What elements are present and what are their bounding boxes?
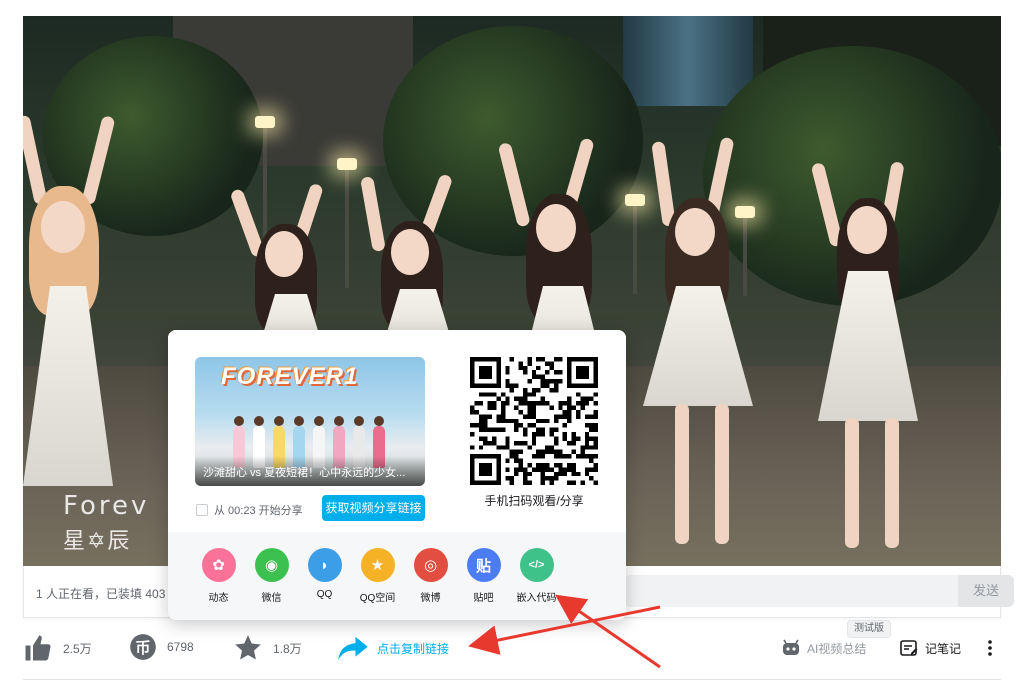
share-popup-top: FOREVER1 沙滩甜心 vs 夏夜短裙！心中永远的少女... 从 00:23… <box>168 330 626 532</box>
ai-robot-icon <box>783 639 799 655</box>
embed-code-icon: </> <box>519 548 554 582</box>
copy-link-label[interactable]: 点击复制链接 <box>377 640 449 657</box>
notes-label: 记笔记 <box>925 641 962 656</box>
start-time-checkbox[interactable] <box>196 504 208 516</box>
share-app-label: 微信 <box>261 593 282 604</box>
qr-caption: 手机扫码观看/分享 <box>484 494 584 508</box>
svg-text:币: 币 <box>135 639 150 657</box>
like-count: 2.5万 <box>63 641 92 656</box>
dancer <box>793 156 943 566</box>
watermark-subtitle: 星✡辰 <box>63 529 132 554</box>
beta-badge: 测试版 <box>847 620 891 638</box>
share-app-label: QQ <box>316 589 333 600</box>
favorite-count: 1.8万 <box>273 641 302 656</box>
share-targets: ✿ 动态 ◉ 微信 ◗ QQ ★ QQ空间 ◎ 微博 贴贴吧 </> 嵌入代码 <box>168 532 626 620</box>
share-app-label: 动态 <box>208 593 229 604</box>
share-video-thumbnail[interactable]: FOREVER1 沙滩甜心 vs 夏夜短裙！心中永远的少女... <box>195 357 425 486</box>
favorite-button[interactable]: 1.8万 <box>233 633 302 663</box>
share-app-wechat[interactable]: ◉ 微信 <box>245 548 298 604</box>
share-app-list: ✿ 动态 ◉ 微信 ◗ QQ ★ QQ空间 ◎ 微博 贴贴吧 </> 嵌入代码 <box>192 548 563 604</box>
wechat-icon: ◉ <box>254 548 289 582</box>
qq-icon: ◗ <box>307 548 342 582</box>
video-action-bar: 2.5万 币 6798 1.8万 点击复制链接 测试版 AI视频总结 记笔记 <box>23 620 1001 670</box>
coin-count: 6798 <box>167 640 194 654</box>
weibo-icon: ◎ <box>413 548 448 582</box>
more-menu-button[interactable] <box>983 638 997 658</box>
share-app-pinwheel[interactable]: ✿ 动态 <box>192 548 245 604</box>
street-lamp <box>337 158 357 288</box>
start-time-option[interactable]: 从 00:23 开始分享 <box>196 502 303 518</box>
watermark-title: Forev <box>63 491 150 521</box>
share-app-label: 贴吧 <box>473 593 494 604</box>
get-share-link-button[interactable]: 获取视频分享链接 <box>322 495 425 521</box>
viewer-count: 1 人正在看，已装填 403 <box>36 587 166 601</box>
share-app-label: 微博 <box>420 593 441 604</box>
page: Forev 星✡辰 1 人正在看，已装填 403 发送 FOREVER1 沙滩甜… <box>0 0 1024 693</box>
coin-button[interactable]: 币 6798 <box>129 633 194 661</box>
dancer <box>623 136 773 566</box>
qr-code <box>470 357 598 485</box>
share-button[interactable]: 点击复制链接 <box>337 633 449 663</box>
share-arrow-icon <box>338 636 368 661</box>
notes-icon <box>900 640 918 656</box>
send-danmaku-button[interactable]: 发送 <box>958 575 1014 607</box>
divider <box>23 679 1001 680</box>
thumbnail-logo: FOREVER1 <box>221 363 359 390</box>
share-app-label: QQ空间 <box>359 593 396 604</box>
star-icon <box>235 635 261 660</box>
like-button[interactable]: 2.5万 <box>23 633 92 663</box>
more-vertical-icon <box>988 640 992 656</box>
share-app-qq[interactable]: ◗ QQ <box>298 548 351 604</box>
thumbnail-caption: 沙滩甜心 vs 夏夜短裙！心中永远的少女... <box>195 456 425 486</box>
share-popup: FOREVER1 沙滩甜心 vs 夏夜短裙！心中永远的少女... 从 00:23… <box>168 330 626 620</box>
share-app-tieba[interactable]: 贴贴吧 <box>457 548 510 604</box>
start-time-label: 从 00:23 开始分享 <box>214 505 303 517</box>
ai-summary-button[interactable]: AI视频总结 <box>781 638 866 658</box>
danmaku-input[interactable] <box>624 575 958 607</box>
video-watermark: Forev 星✡辰 <box>63 491 149 555</box>
dancer <box>23 106 133 526</box>
ai-summary-label: AI视频总结 <box>807 641 867 656</box>
pinwheel-icon: ✿ <box>201 548 236 582</box>
share-app-embed-code[interactable]: </> 嵌入代码 <box>510 548 563 604</box>
share-app-qzone-star[interactable]: ★ QQ空间 <box>351 548 404 604</box>
qzone-star-icon: ★ <box>360 548 395 582</box>
background-tower <box>623 16 753 106</box>
share-app-weibo[interactable]: ◎ 微博 <box>404 548 457 604</box>
share-app-label: 嵌入代码 <box>516 593 557 604</box>
notes-button[interactable]: 记笔记 <box>899 638 961 658</box>
coin-icon: 币 <box>130 634 156 660</box>
thumb-up-icon <box>25 635 51 661</box>
tieba-icon: 贴 <box>466 548 501 582</box>
